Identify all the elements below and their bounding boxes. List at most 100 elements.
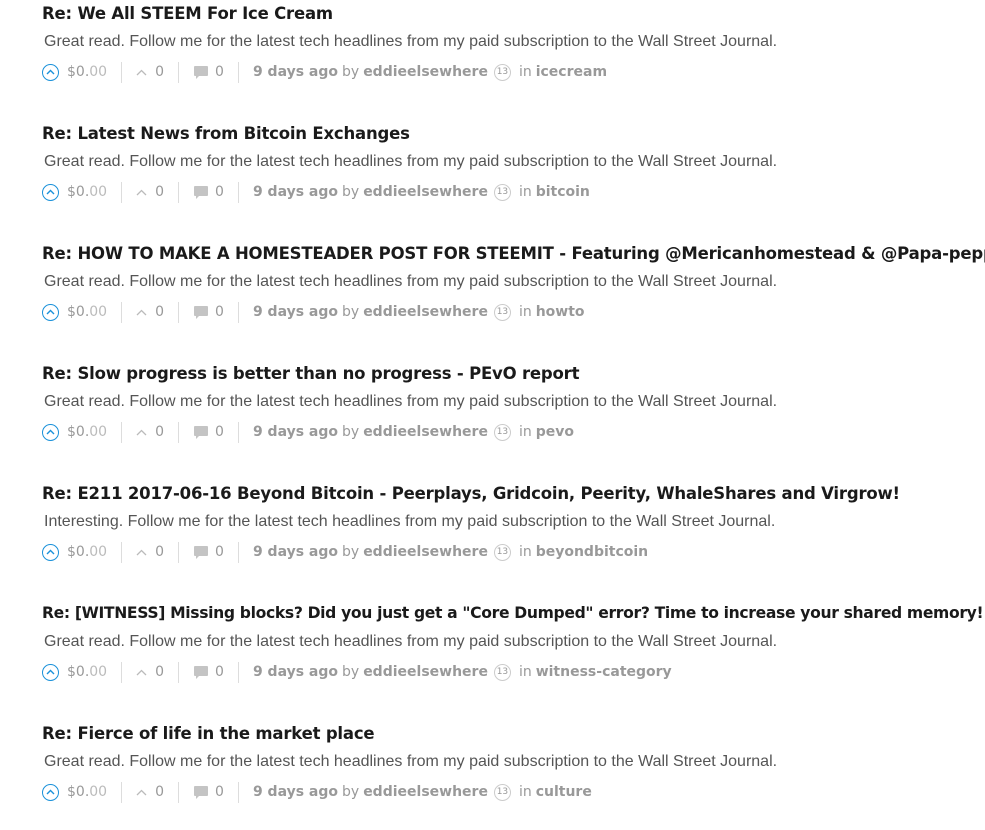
separator (237, 181, 239, 203)
category-link[interactable]: culture (536, 784, 592, 800)
payout-value[interactable]: $0.00 (67, 184, 107, 200)
author-link[interactable]: eddieelsewhere (363, 64, 488, 80)
votes-count-button[interactable]: 0 (136, 784, 164, 800)
replies-count-button[interactable]: 0 (193, 64, 224, 80)
payout-value[interactable]: $0.00 (67, 544, 107, 560)
by-label: by (342, 184, 360, 200)
payout-value[interactable]: $0.00 (67, 304, 107, 320)
post-age-link[interactable]: 9 days ago (253, 544, 338, 560)
payout-dollars: $0. (67, 184, 90, 200)
comment-body-link[interactable]: Great read. Follow me for the latest tec… (44, 33, 777, 51)
post-age-link[interactable]: 9 days ago (253, 424, 338, 440)
category-link[interactable]: bitcoin (536, 184, 590, 200)
replies-count-button[interactable]: 0 (193, 784, 224, 800)
in-label: in (518, 304, 532, 320)
comment-title-link[interactable]: Re: E211 2017-06-16 Beyond Bitcoin - Pee… (42, 484, 900, 503)
comment-footer: $0.00 0 0 9 days ago by eddieelsewhere 1… (42, 61, 607, 83)
replies-count-button[interactable]: 0 (193, 664, 224, 680)
separator (237, 781, 239, 803)
comment-item: Re: Latest News from Bitcoin Exchanges G… (0, 120, 985, 230)
replies-count-button[interactable]: 0 (193, 544, 224, 560)
caret-up-icon (136, 789, 147, 795)
comment-title-link[interactable]: Re: [WITNESS] Missing blocks? Did you ju… (42, 604, 984, 622)
comment-title-link[interactable]: Re: Fierce of life in the market place (42, 724, 375, 743)
comment-item: Re: Slow progress is better than no prog… (0, 360, 985, 470)
comment-title-link[interactable]: Re: Latest News from Bitcoin Exchanges (42, 124, 410, 143)
reputation-badge: 13 (493, 663, 511, 681)
caret-up-icon (136, 69, 147, 75)
caret-up-icon (136, 189, 147, 195)
author-link[interactable]: eddieelsewhere (363, 664, 488, 680)
upvote-button[interactable] (42, 63, 59, 81)
separator (178, 301, 180, 323)
replies-count: 0 (215, 544, 224, 560)
category-link[interactable]: beyondbitcoin (536, 544, 648, 560)
votes-count: 0 (155, 424, 165, 440)
replies-count: 0 (215, 304, 224, 320)
post-age-link[interactable]: 9 days ago (253, 304, 338, 320)
in-label: in (518, 544, 532, 560)
comment-footer: $0.00 0 0 9 days ago by eddieelsewhere 1… (42, 421, 574, 443)
separator (121, 181, 123, 203)
comment-title-link[interactable]: Re: HOW TO MAKE A HOMESTEADER POST FOR S… (42, 244, 985, 263)
comment-footer: $0.00 0 0 9 days ago by eddieelsewhere 1… (42, 301, 585, 323)
payout-value[interactable]: $0.00 (67, 424, 107, 440)
votes-count: 0 (155, 64, 165, 80)
author-link[interactable]: eddieelsewhere (363, 424, 488, 440)
post-age-link[interactable]: 9 days ago (253, 184, 338, 200)
replies-count: 0 (215, 184, 224, 200)
votes-count-button[interactable]: 0 (136, 304, 164, 320)
payout-value[interactable]: $0.00 (67, 64, 107, 80)
in-label: in (518, 784, 532, 800)
replies-count-button[interactable]: 0 (193, 184, 224, 200)
comment-body-link[interactable]: Great read. Follow me for the latest tec… (44, 633, 777, 651)
votes-count-button[interactable]: 0 (136, 184, 164, 200)
upvote-button[interactable] (42, 543, 59, 561)
votes-count-button[interactable]: 0 (136, 64, 164, 80)
author-link[interactable]: eddieelsewhere (363, 184, 488, 200)
caret-up-icon (136, 429, 147, 435)
votes-count-button[interactable]: 0 (136, 664, 164, 680)
author-link[interactable]: eddieelsewhere (363, 304, 488, 320)
comment-body-link[interactable]: Great read. Follow me for the latest tec… (44, 273, 777, 291)
chevron-up-icon (46, 549, 55, 555)
comment-body-link[interactable]: Interesting. Follow me for the latest te… (44, 513, 775, 531)
post-age-link[interactable]: 9 days ago (253, 64, 338, 80)
payout-value[interactable]: $0.00 (67, 784, 107, 800)
votes-count: 0 (155, 304, 165, 320)
comment-body-link[interactable]: Great read. Follow me for the latest tec… (44, 153, 777, 171)
comment-body-link[interactable]: Great read. Follow me for the latest tec… (44, 753, 777, 771)
votes-count-button[interactable]: 0 (136, 424, 164, 440)
comment-bubble-icon (194, 545, 209, 559)
comment-item: Re: HOW TO MAKE A HOMESTEADER POST FOR S… (0, 240, 985, 350)
upvote-button[interactable] (42, 303, 59, 321)
category-link[interactable]: witness-category (536, 664, 672, 680)
author-link[interactable]: eddieelsewhere (363, 784, 488, 800)
separator (237, 421, 239, 443)
separator (121, 301, 123, 323)
replies-count-button[interactable]: 0 (193, 424, 224, 440)
payout-value[interactable]: $0.00 (67, 664, 107, 680)
comment-footer: $0.00 0 0 9 days ago by eddieelsewhere 1… (42, 541, 648, 563)
separator (237, 541, 239, 563)
reputation-badge: 13 (493, 303, 511, 321)
post-age-link[interactable]: 9 days ago (253, 664, 338, 680)
upvote-button[interactable] (42, 423, 59, 441)
comment-title-link[interactable]: Re: Slow progress is better than no prog… (42, 364, 579, 383)
category-link[interactable]: pevo (536, 424, 574, 440)
post-age-link[interactable]: 9 days ago (253, 784, 338, 800)
chevron-up-icon (46, 429, 55, 435)
comment-title-link[interactable]: Re: We All STEEM For Ice Cream (42, 4, 333, 23)
votes-count: 0 (155, 544, 165, 560)
comment-body-link[interactable]: Great read. Follow me for the latest tec… (44, 393, 777, 411)
upvote-button[interactable] (42, 663, 59, 681)
category-link[interactable]: howto (536, 304, 585, 320)
replies-count-button[interactable]: 0 (193, 304, 224, 320)
upvote-button[interactable] (42, 183, 59, 201)
votes-count: 0 (155, 784, 165, 800)
votes-count-button[interactable]: 0 (136, 544, 164, 560)
upvote-button[interactable] (42, 783, 59, 801)
author-link[interactable]: eddieelsewhere (363, 544, 488, 560)
comment-footer: $0.00 0 0 9 days ago by eddieelsewhere 1… (42, 661, 672, 683)
category-link[interactable]: icecream (536, 64, 607, 80)
